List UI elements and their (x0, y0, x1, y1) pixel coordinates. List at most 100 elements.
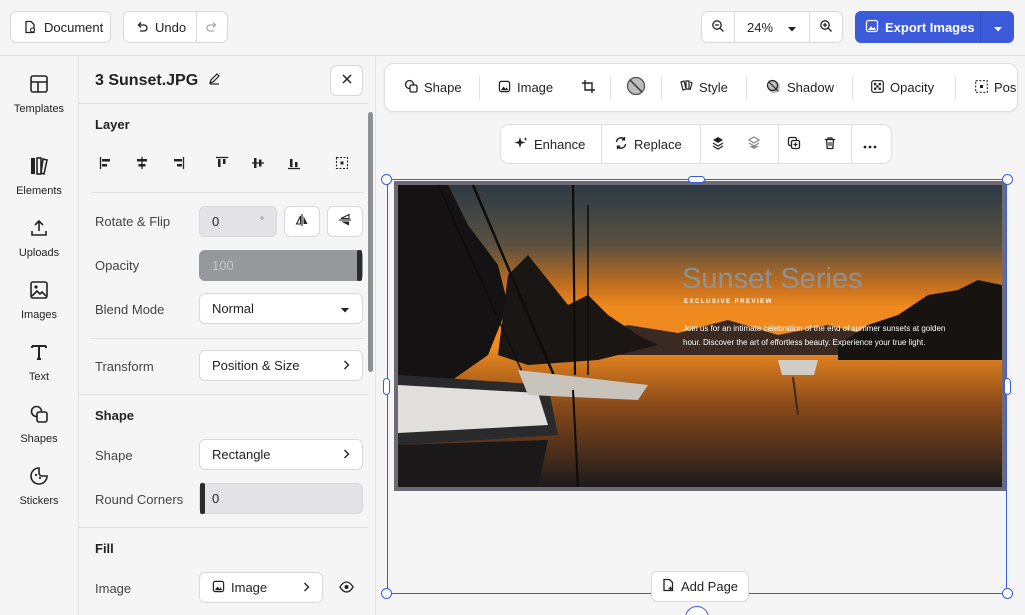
bring-forward-button[interactable] (711, 125, 725, 163)
align-bottom-icon[interactable] (285, 154, 303, 172)
redo-button[interactable] (197, 12, 227, 42)
close-icon (341, 73, 353, 88)
caret-down-icon (993, 20, 1003, 35)
align-right-icon[interactable] (169, 154, 187, 172)
rotate-flip-label: Rotate & Flip (95, 214, 171, 229)
rail-label: Images (20, 309, 58, 321)
divider (91, 338, 364, 339)
zoom-value: 24% (747, 19, 774, 35)
resize-handle-left[interactable] (383, 378, 390, 395)
toolbar-item-label: Shadow (787, 80, 834, 95)
align-left-icon[interactable] (97, 154, 115, 172)
align-top-icon[interactable] (213, 154, 231, 172)
transform-button[interactable]: Position & Size (199, 350, 363, 381)
rotate-input[interactable]: 0 ° (199, 206, 277, 237)
divider (79, 527, 368, 528)
undo-button[interactable]: Undo (124, 12, 198, 42)
send-backward-button[interactable] (747, 125, 761, 163)
chevron-right-icon (303, 580, 310, 595)
delete-button[interactable] (823, 125, 837, 163)
toolbar-shadow-button[interactable]: Shadow (766, 64, 834, 111)
divider (746, 76, 747, 100)
zoom-select[interactable]: 24% (734, 12, 810, 42)
opacity-slider[interactable]: 100 (199, 250, 363, 281)
rail-item-stickers[interactable]: Stickers (0, 466, 78, 507)
resize-handle-top[interactable] (688, 176, 705, 183)
replace-button[interactable]: Replace (614, 125, 682, 163)
resize-handle-bottom-left[interactable] (381, 588, 392, 599)
document-button[interactable]: Document (10, 11, 111, 43)
zoom-in-button[interactable] (810, 12, 842, 42)
align-toolbar (95, 154, 355, 172)
opacity-checker-icon (871, 79, 884, 96)
export-images-button[interactable]: Export Images (855, 11, 981, 43)
toolbar-shape-button[interactable]: Shape (404, 64, 462, 111)
rail-item-shapes[interactable]: Shapes (0, 404, 78, 445)
selection-frame (387, 179, 1007, 594)
toolbar-item-label: Image (517, 80, 554, 95)
toolbar-opacity-button[interactable]: Opacity (871, 64, 934, 111)
resize-handle-top-left[interactable] (381, 174, 392, 185)
rail-item-uploads[interactable]: Uploads (0, 218, 78, 259)
zoom-in-icon (819, 19, 833, 36)
sparkle-icon (514, 136, 528, 153)
resize-handle-right[interactable] (1004, 378, 1011, 395)
no-fill-button[interactable] (626, 64, 646, 111)
templates-icon (29, 74, 49, 97)
enhance-button[interactable]: Enhance (514, 125, 585, 163)
duplicate-button[interactable] (787, 125, 801, 163)
resize-handle-top-right[interactable] (1002, 174, 1013, 185)
rail-item-text[interactable]: Text (0, 342, 78, 383)
document-settings-icon (22, 19, 38, 35)
duplicate-icon (787, 136, 801, 153)
more-options-button[interactable] (863, 125, 877, 163)
flip-horizontal-button[interactable] (284, 206, 320, 237)
round-corners-slider-handle[interactable] (200, 483, 205, 514)
style-palette-icon (679, 79, 693, 96)
round-corners-slider[interactable]: 0 (199, 483, 363, 514)
rail-item-templates[interactable]: Templates (0, 74, 78, 115)
shape-label: Shape (95, 448, 133, 463)
panel-scrollbar[interactable] (368, 112, 373, 372)
round-corners-label: Round Corners (95, 492, 184, 507)
context-toolbar: Enhance Replace (500, 124, 892, 164)
visibility-eye-icon[interactable] (339, 581, 354, 596)
image-icon (212, 580, 225, 596)
section-title-fill: Fill (95, 541, 114, 556)
align-middle-icon[interactable] (249, 154, 267, 172)
divider (610, 76, 611, 100)
rail-item-images[interactable]: Images (0, 280, 78, 321)
image-icon (29, 280, 49, 303)
toolbar-item-label: Posi (994, 80, 1018, 95)
toolbar-image-button[interactable]: Image (498, 64, 553, 111)
flip-vertical-button[interactable] (327, 206, 363, 237)
rail-label: Uploads (18, 247, 60, 259)
export-label: Export Images (885, 19, 975, 35)
opacity-slider-handle[interactable] (357, 250, 362, 281)
divider (661, 76, 662, 100)
export-options-button[interactable] (981, 11, 1014, 43)
upload-icon (29, 218, 49, 241)
elements-icon (29, 156, 49, 179)
distribute-icon[interactable] (333, 154, 351, 172)
toolbar-position-button[interactable]: Posi (975, 64, 1018, 111)
undo-redo-group: Undo (123, 11, 228, 43)
add-page-button[interactable]: Add Page (651, 571, 749, 602)
toolbar-style-button[interactable]: Style (679, 64, 728, 111)
align-center-icon[interactable] (133, 154, 151, 172)
resize-handle-bottom-right[interactable] (1002, 588, 1013, 599)
trash-icon (823, 136, 837, 153)
transform-label: Transform (95, 359, 154, 374)
close-panel-button[interactable] (330, 65, 363, 96)
rail-label: Elements (16, 185, 62, 197)
blend-mode-label: Blend Mode (95, 302, 165, 317)
divider (91, 192, 364, 193)
rail-item-elements[interactable]: Elements (0, 156, 78, 197)
image-fill-button[interactable]: Image (199, 572, 323, 603)
blend-mode-select[interactable]: Normal (199, 293, 363, 324)
crop-button[interactable] (581, 64, 596, 111)
shadow-icon (766, 79, 781, 97)
zoom-out-button[interactable] (702, 12, 734, 42)
rename-pencil-icon[interactable] (208, 72, 221, 90)
shape-select[interactable]: Rectangle (199, 439, 363, 470)
